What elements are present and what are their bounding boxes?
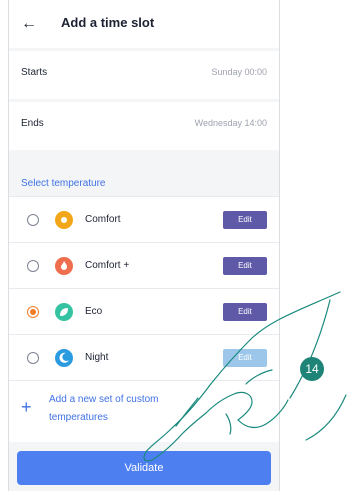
sun-icon bbox=[55, 211, 73, 229]
edit-button[interactable]: Edit bbox=[223, 257, 267, 275]
option-comfort[interactable]: Comfort Edit bbox=[9, 196, 279, 243]
option-eco[interactable]: Eco Edit bbox=[9, 288, 279, 335]
option-label: Night bbox=[85, 352, 109, 363]
edit-button[interactable]: Edit bbox=[223, 211, 267, 229]
moon-icon bbox=[55, 349, 73, 367]
ends-label: Ends bbox=[21, 118, 44, 129]
phone-screen: ← Add a time slot Starts Sunday 00:00 En… bbox=[8, 0, 280, 491]
ends-value: Wednesday 14:00 bbox=[194, 118, 267, 128]
edit-button[interactable]: Edit bbox=[223, 349, 267, 367]
plus-icon: + bbox=[21, 397, 32, 417]
section-band bbox=[9, 150, 279, 200]
add-custom-temperatures[interactable]: + Add a new set of custom temperatures bbox=[9, 380, 279, 443]
ends-row[interactable]: Ends Wednesday 14:00 bbox=[9, 102, 279, 151]
radio-night[interactable] bbox=[27, 352, 39, 364]
leaf-icon bbox=[55, 303, 73, 321]
radio-comfort-plus[interactable] bbox=[27, 260, 39, 272]
option-label: Comfort bbox=[85, 214, 121, 225]
radio-comfort[interactable] bbox=[27, 214, 39, 226]
select-temperature-heading: Select temperature bbox=[21, 178, 106, 189]
starts-label: Starts bbox=[21, 67, 48, 78]
add-custom-temperatures-label: Add a new set of custom temperatures bbox=[49, 394, 159, 423]
radio-eco[interactable] bbox=[27, 306, 39, 318]
starts-value: Sunday 00:00 bbox=[211, 67, 267, 77]
option-label: Comfort + bbox=[85, 260, 130, 271]
flame-icon bbox=[55, 257, 73, 275]
app-bar: ← Add a time slot bbox=[9, 0, 279, 49]
step-callout-badge: 14 bbox=[300, 357, 324, 381]
starts-row[interactable]: Starts Sunday 00:00 bbox=[9, 51, 279, 100]
edit-button[interactable]: Edit bbox=[223, 303, 267, 321]
arrow-left-icon[interactable]: ← bbox=[21, 14, 41, 34]
option-label: Eco bbox=[85, 306, 103, 317]
validate-button[interactable]: Validate bbox=[17, 451, 271, 485]
page-title: Add a time slot bbox=[61, 15, 155, 30]
option-night[interactable]: Night Edit bbox=[9, 334, 279, 381]
option-comfort-plus[interactable]: Comfort + Edit bbox=[9, 242, 279, 289]
